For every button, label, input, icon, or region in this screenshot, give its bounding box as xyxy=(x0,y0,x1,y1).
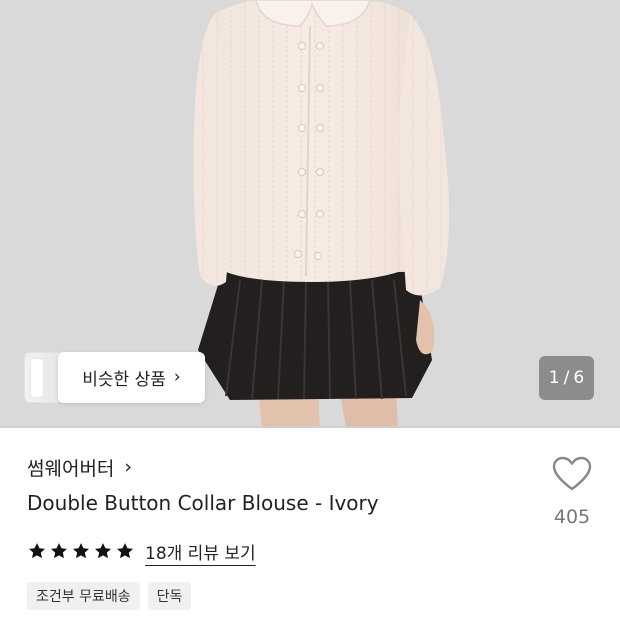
star-icon xyxy=(51,543,67,559)
product-title: Double Button Collar Blouse - Ivory xyxy=(27,491,379,515)
similar-products-button[interactable]: 비슷한 상품 › xyxy=(58,352,205,403)
product-tags: 조건부 무료배송 단독 xyxy=(27,582,192,610)
star-rating xyxy=(27,541,135,561)
product-image-gallery[interactable]: 비슷한 상품 › 1 / 6 xyxy=(0,0,620,428)
like-button[interactable]: 405 xyxy=(548,456,596,528)
similar-products-label: 비슷한 상품 xyxy=(82,370,166,390)
star-icon xyxy=(73,543,89,559)
tag-exclusive: 단독 xyxy=(147,582,192,610)
brand-name: 썸웨어버터 xyxy=(27,457,115,480)
chevron-right-icon: › xyxy=(124,456,133,478)
chevron-right-icon: › xyxy=(173,367,181,387)
brand-link[interactable]: 썸웨어버터 › xyxy=(27,453,132,481)
image-counter-total: 6 xyxy=(573,368,585,388)
thumbnail-image xyxy=(31,359,43,397)
like-count: 405 xyxy=(553,506,591,528)
star-icon xyxy=(117,543,133,559)
star-icon xyxy=(29,543,45,559)
image-counter-current: 1 xyxy=(548,368,560,388)
image-counter-separator: / xyxy=(563,368,570,388)
image-counter: 1 / 6 xyxy=(539,356,594,400)
tag-conditional-free-shipping: 조건부 무료배송 xyxy=(27,582,140,610)
heart-icon xyxy=(552,456,592,491)
rating-row: 18개 리뷰 보기 xyxy=(27,537,256,565)
reviews-link[interactable]: 18개 리뷰 보기 xyxy=(145,539,256,564)
star-icon xyxy=(95,543,111,559)
